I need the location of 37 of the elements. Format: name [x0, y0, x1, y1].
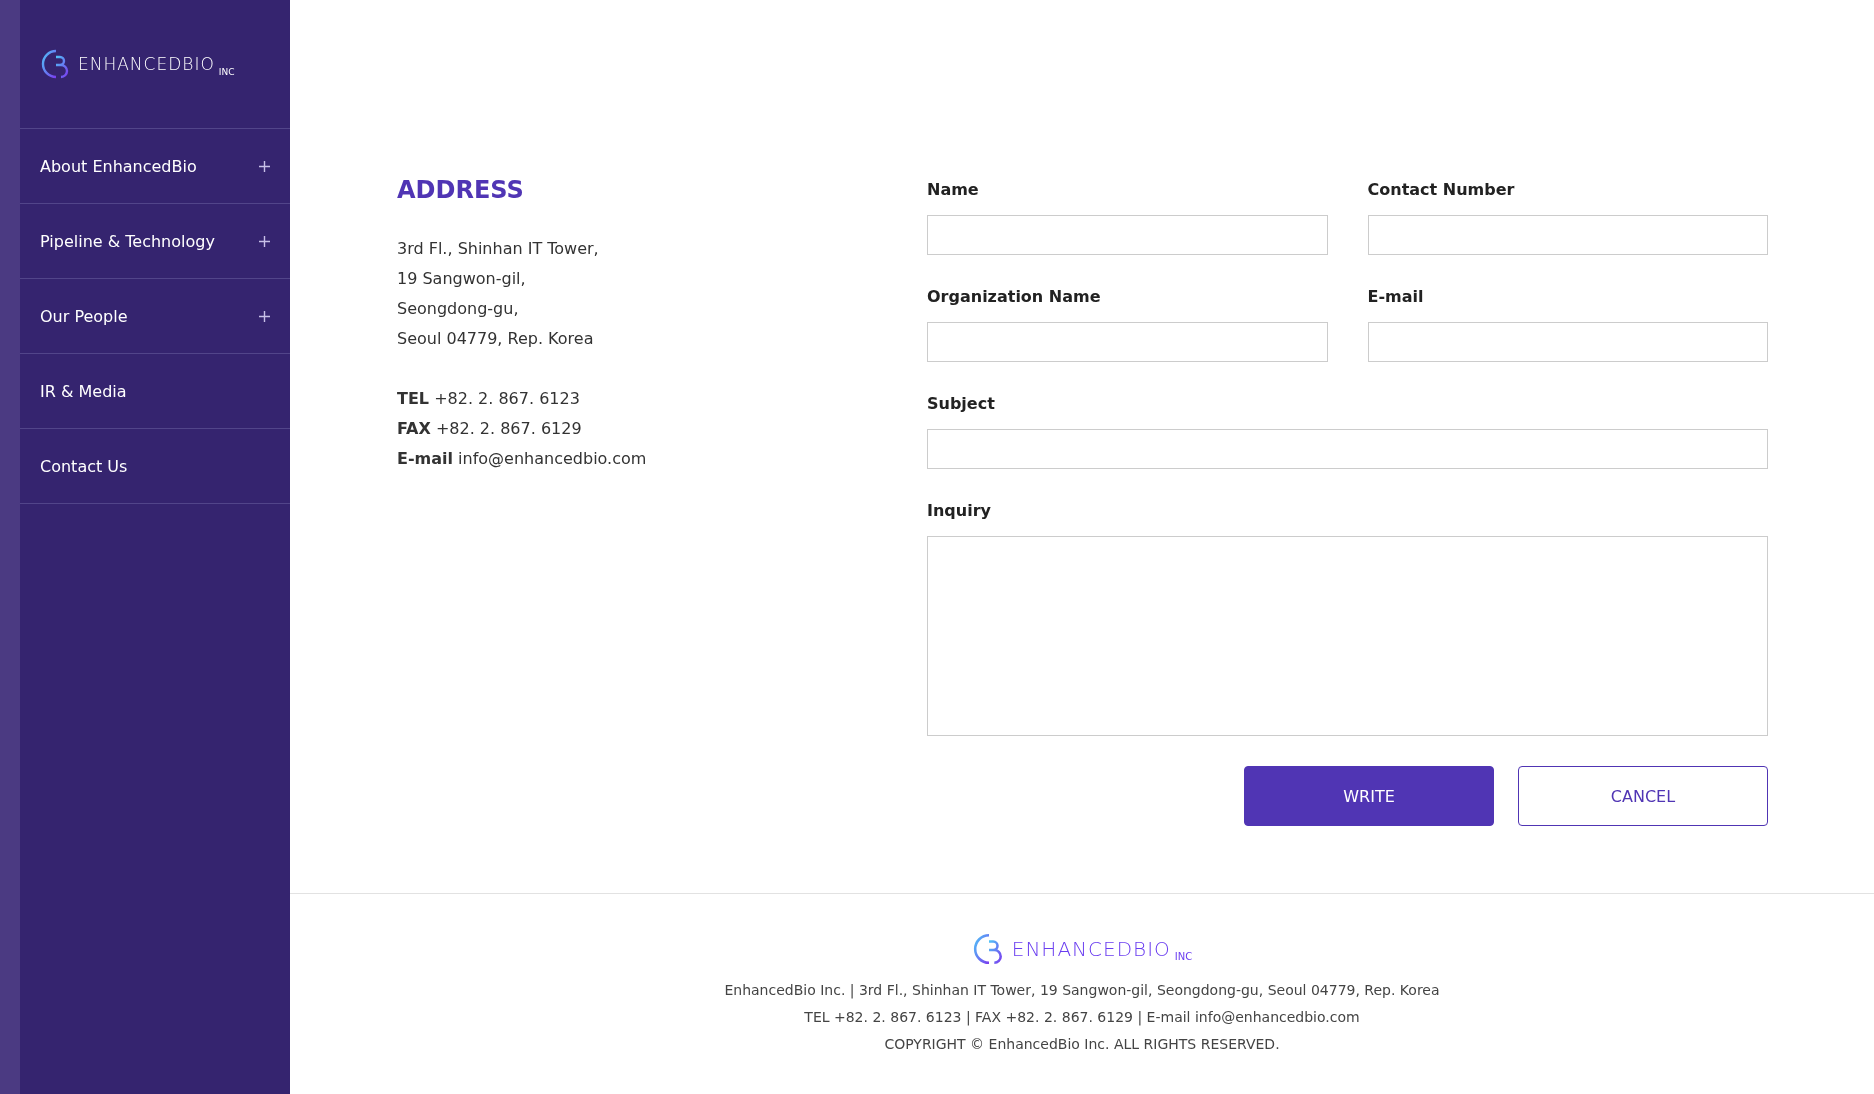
sidebar-item[interactable]: IR & Media — [20, 354, 290, 429]
input-field[interactable] — [927, 429, 1768, 469]
input-field[interactable] — [927, 215, 1328, 255]
plus-icon[interactable] — [259, 310, 270, 322]
field-label: Name — [927, 180, 980, 199]
cancel-button[interactable]: CANCEL — [1518, 766, 1768, 826]
sidebar-item[interactable]: About EnhancedBio — [20, 129, 290, 204]
footer-text: COPYRIGHT © EnhancedBio Inc. ALL RIGHTS RESERVED. — [884, 1035, 1280, 1054]
plus-icon[interactable] — [259, 160, 270, 172]
field-label: Organization Name — [927, 287, 1102, 306]
logo-suffix: INC — [1174, 951, 1193, 962]
input-field[interactable] — [927, 322, 1328, 362]
sidebar-item[interactable]: Our People — [20, 279, 290, 354]
field-label: Subject — [927, 394, 996, 413]
address-line: Seongdong-gu, — [397, 298, 520, 320]
footer-text: EnhancedBio Inc. | 3rd Fl., Shinhan IT Tower, 19 Sangwon-gil, Seongdong-gu, Seoul 04779, Rep. Korea — [724, 981, 1440, 1001]
contact-line: E-mail info@enhancedbio.com — [397, 448, 648, 470]
inquiry-field[interactable] — [927, 536, 1768, 736]
field-label: Inquiry — [927, 501, 992, 520]
contact-line: FAX +82. 2. 867. 6129 — [397, 418, 583, 440]
sidebar-item[interactable]: Pipeline & Technology — [20, 204, 290, 279]
footer-text: TEL +82. 2. 867. 6123 | FAX +82. 2. 867. 6129 | E-mail info@enhancedbio.com — [804, 1008, 1360, 1028]
logo-text: ENHANCEDBIO — [1011, 937, 1171, 961]
address-title: ADDRESS — [397, 176, 525, 204]
address-line: 19 Sangwon-gil, — [397, 268, 527, 290]
input-field[interactable] — [1367, 215, 1768, 255]
logo-suffix: INC — [218, 67, 235, 77]
contact-line: TEL +82. 2. 867. 6123 — [397, 388, 581, 410]
address-line: 3rd Fl., Shinhan IT Tower, — [397, 238, 600, 260]
sidebar-item[interactable]: Contact Us — [20, 429, 290, 504]
logo-text: ENHANCEDBIO — [78, 54, 215, 74]
address-line: Seoul 04779, Rep. Korea — [397, 328, 595, 350]
field-label: E-mail — [1367, 287, 1425, 306]
field-label: Contact Number — [1367, 180, 1516, 199]
write-button[interactable]: WRITE — [1244, 766, 1494, 826]
plus-icon[interactable] — [259, 235, 270, 247]
input-field[interactable] — [1367, 322, 1768, 362]
